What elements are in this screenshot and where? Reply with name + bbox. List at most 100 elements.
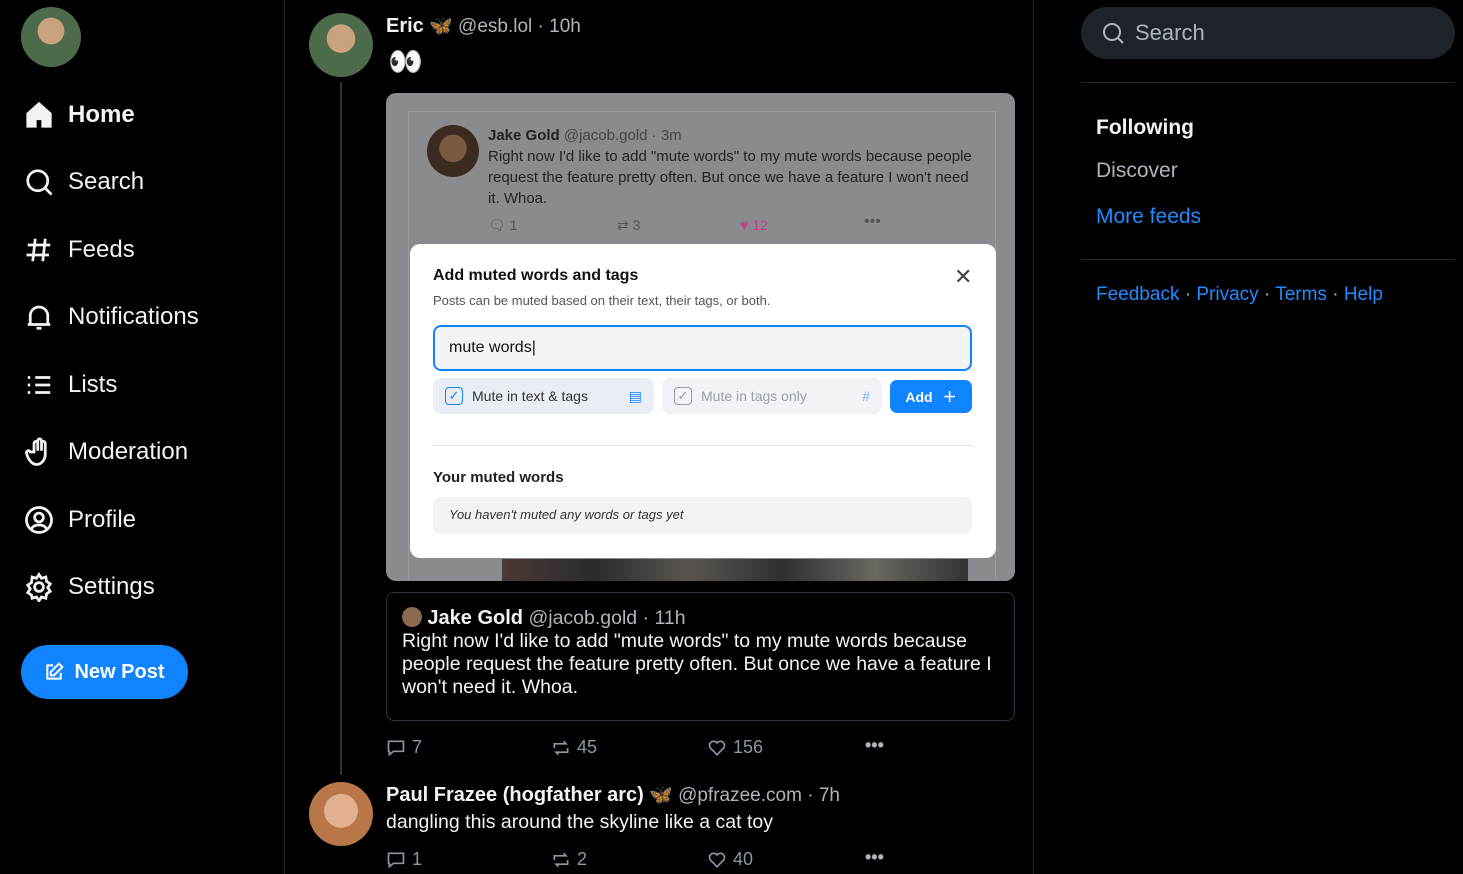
post-header: Eric 🦋 @esb.lol · 10h <box>386 15 581 37</box>
nav-label: Home <box>68 101 135 128</box>
user-circle-icon <box>25 506 53 534</box>
inner-photo-strip <box>502 559 968 581</box>
nav-label: Settings <box>68 573 155 600</box>
mute-tags-only-option[interactable]: ✓ Mute in tags only # <box>662 378 882 414</box>
search-placeholder: Search <box>1135 20 1205 45</box>
hash-icon: # <box>862 388 870 404</box>
user-avatar[interactable] <box>21 7 81 67</box>
nav-profile[interactable]: Profile <box>24 502 136 538</box>
like-button[interactable]: 156 <box>707 737 763 758</box>
nav-settings[interactable]: Settings <box>24 569 155 605</box>
gear-icon <box>25 572 53 602</box>
footer-links: Feedback · Privacy · Terms · Help <box>1096 284 1383 305</box>
nav-label: Profile <box>68 506 137 533</box>
author-handle[interactable]: @pfrazee.com <box>678 785 802 806</box>
checkbox-icon[interactable]: ✓ <box>445 387 463 405</box>
nav-moderation[interactable]: Moderation <box>24 434 188 470</box>
reply-button[interactable]: 1 <box>386 849 422 870</box>
author-name[interactable]: Paul Frazee (hogfather arc) <box>386 784 644 806</box>
close-icon[interactable]: ✕ <box>954 264 972 290</box>
terms-link[interactable]: Terms <box>1275 284 1327 305</box>
reply-count: 7 <box>412 737 423 757</box>
like-count: 40 <box>733 849 754 869</box>
feedback-link[interactable]: Feedback <box>1096 284 1179 305</box>
post-text: dangling this around the skyline like a … <box>386 811 773 833</box>
nav-feeds[interactable]: Feeds <box>24 232 135 268</box>
checkbox-icon[interactable]: ✓ <box>674 387 692 405</box>
inner-avatar <box>427 125 479 177</box>
repost-icon <box>553 852 569 867</box>
list-icon <box>27 376 51 394</box>
repost-button[interactable]: 2 <box>551 849 587 870</box>
quote-avatar <box>402 607 422 627</box>
option-label: Mute in tags only <box>701 388 807 404</box>
privacy-link[interactable]: Privacy <box>1196 284 1258 305</box>
butterfly-emoji: 🦋 <box>429 16 453 37</box>
mute-text-tags-option[interactable]: ✓ Mute in text & tags ▤ <box>433 378 654 414</box>
repost-button[interactable]: 45 <box>551 737 597 758</box>
inner-likes: ♥ 12 <box>740 217 768 233</box>
search-icon <box>26 169 53 196</box>
reply-icon <box>387 740 405 756</box>
like-button[interactable]: 40 <box>707 849 753 870</box>
repost-count: 45 <box>577 737 598 757</box>
add-label: Add <box>905 388 933 405</box>
divider <box>433 445 972 446</box>
quote-post[interactable]: Jake Gold @jacob.gold · 11h Right now I'… <box>386 592 1015 721</box>
reply-button[interactable]: 7 <box>386 737 422 758</box>
feed-discover[interactable]: Discover <box>1096 159 1178 183</box>
add-button[interactable]: Add ＋ <box>890 380 972 413</box>
quote-author: Jake Gold <box>427 607 524 629</box>
butterfly-emoji: 🦋 <box>649 785 673 806</box>
heart-icon <box>708 740 726 756</box>
nav-label: Search <box>68 168 145 195</box>
feed-following[interactable]: Following <box>1096 116 1194 140</box>
nav-label: Lists <box>68 371 118 398</box>
new-post-label: New Post <box>74 660 165 683</box>
inner-reposts: ⇄ 3 <box>617 217 641 233</box>
new-post-button[interactable]: New Post <box>21 645 188 699</box>
search-icon <box>1103 23 1124 44</box>
repost-icon <box>553 740 569 755</box>
author-handle[interactable]: @esb.lol <box>458 16 532 37</box>
post-avatar[interactable] <box>309 782 373 846</box>
plus-icon: ＋ <box>942 388 957 405</box>
reply-count: 1 <box>412 849 423 869</box>
compose-icon <box>46 662 65 680</box>
help-link[interactable]: Help <box>1344 284 1383 305</box>
bell-icon <box>27 305 51 330</box>
post-avatar[interactable] <box>309 13 373 77</box>
more-feeds-link[interactable]: More feeds <box>1096 205 1201 229</box>
heart-icon <box>708 852 726 868</box>
inner-name: Jake Gold <box>488 127 560 144</box>
divider <box>1081 82 1455 83</box>
post-time[interactable]: 10h <box>549 16 581 37</box>
nav-label: Notifications <box>68 303 199 330</box>
nav-home[interactable]: Home <box>24 97 135 133</box>
more-icon[interactable]: ••• <box>865 847 884 868</box>
muted-words-heading: Your muted words <box>433 469 564 486</box>
muted-word-input[interactable]: mute words| <box>433 325 972 371</box>
input-value: mute words <box>449 339 532 356</box>
post-time[interactable]: 7h <box>819 785 840 806</box>
empty-state: You haven't muted any words or tags yet <box>433 497 972 534</box>
document-icon: ▤ <box>628 387 642 404</box>
nav-label: Moderation <box>68 438 189 465</box>
inner-text: Right now I'd like to add "mute words" t… <box>488 148 972 207</box>
inner-handle: @jacob.gold <box>563 127 648 144</box>
quote-time: 11h <box>654 607 686 629</box>
inner-replies: 🗨 1 <box>488 217 518 233</box>
thread-line <box>340 82 342 775</box>
inner-post: Jake Gold @jacob.gold · 3m Right now I'd… <box>488 127 972 207</box>
inner-time: 3m <box>660 127 682 144</box>
divider <box>1081 259 1455 260</box>
more-icon[interactable]: ••• <box>865 735 884 756</box>
author-name[interactable]: Eric <box>386 15 424 37</box>
hash-icon <box>26 238 51 262</box>
muted-words-dialog: Add muted words and tags Posts can be mu… <box>410 244 996 558</box>
nav-lists[interactable]: Lists <box>24 367 117 403</box>
quote-handle: @jacob.gold <box>528 607 638 629</box>
nav-search[interactable]: Search <box>24 164 144 200</box>
nav-notifications[interactable]: Notifications <box>24 299 199 335</box>
search-input[interactable]: Search <box>1081 7 1455 59</box>
